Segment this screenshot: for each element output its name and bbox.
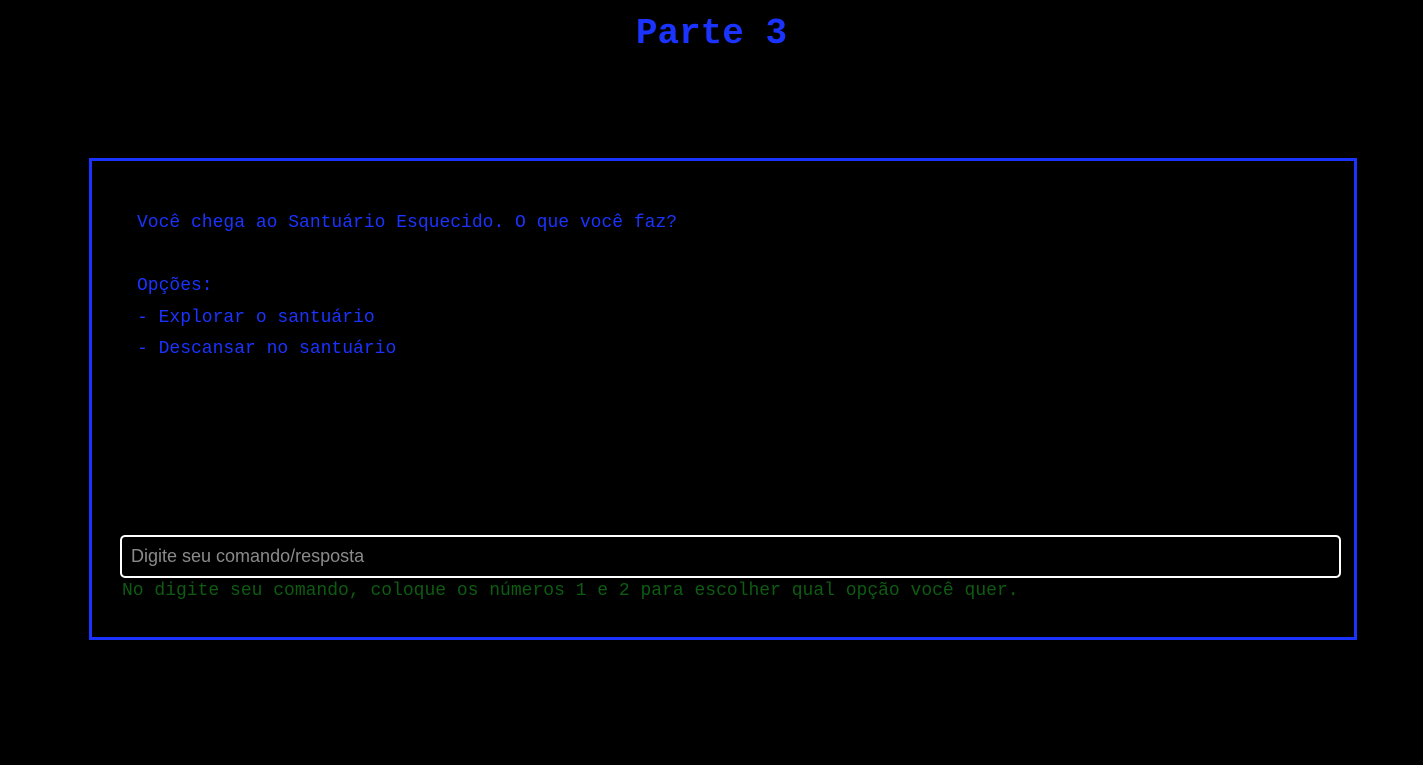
hint-text: No digite seu comando, coloque os número… (122, 581, 1019, 601)
story-output: Você chega ao Santuário Esquecido. O que… (137, 208, 1317, 366)
page-title: Parte 3 (635, 13, 788, 54)
game-console: Você chega ao Santuário Esquecido. O que… (89, 158, 1357, 640)
option-item-rest: - Descansar no santuário (137, 339, 397, 359)
command-input[interactable] (120, 535, 1341, 578)
options-heading: Opções: (137, 276, 213, 296)
story-text: Você chega ao Santuário Esquecido. O que… (137, 213, 678, 233)
option-item-explore: - Explorar o santuário (137, 307, 375, 328)
